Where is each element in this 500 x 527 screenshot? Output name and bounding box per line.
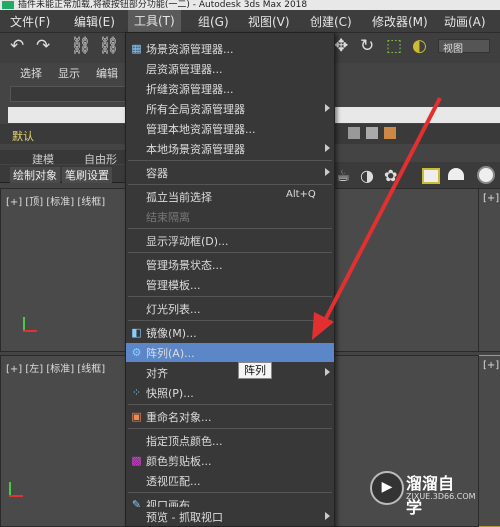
window-title-bar: 插件未能正常加载,将被按钮部分功能(一二) - Autodesk 3ds Max… (0, 0, 500, 10)
axis-y-icon (9, 495, 23, 497)
ribbon-bar (10, 86, 127, 102)
snapshot-icon: ⁘ (131, 386, 142, 399)
menu-item-label: 预览 - 抓取视口 (146, 511, 223, 524)
tab-brush-settings[interactable]: 笔刷设置 (62, 167, 112, 183)
menu-item-assign-vertex-colors[interactable]: 指定顶点颜色... (126, 431, 334, 450)
annotation-arrow-icon (312, 97, 442, 340)
edit-label[interactable]: 编辑 (96, 65, 118, 81)
menu-item-preview-grab-viewport[interactable]: 预览 - 抓取视口 (126, 507, 334, 525)
menu-item-label: 管理模板... (146, 279, 201, 292)
menu-item-align[interactable]: 对齐 (126, 363, 334, 382)
viewport-perspective-label: [+] (483, 360, 500, 371)
layer-default-row[interactable]: 默认 (0, 124, 125, 144)
menu-item-snapshot[interactable]: ⁘ 快照(P)... (126, 383, 334, 402)
menu-item-label: 阵列(A)... (146, 347, 195, 360)
axis-z-icon (9, 482, 11, 496)
submenu-arrow-icon (325, 512, 330, 520)
menu-item-label: 本地场景资源管理器 (146, 143, 245, 156)
unlink-icon[interactable]: ⛓ (98, 36, 120, 56)
menu-item-label: 结束隔离 (146, 211, 190, 224)
menu-item-label: 所有全局资源管理器 (146, 103, 245, 116)
menu-item-label: 管理本地资源管理器... (146, 123, 256, 136)
menu-item-label: 折缝资源管理器... (146, 83, 234, 96)
viewport-top[interactable]: [+] [顶] [标准] [线框] (0, 188, 127, 352)
menu-item-label: 显示浮动框(D)... (146, 235, 229, 248)
viewport-left-label: [+] [左] [标准] [线框] (6, 364, 106, 375)
menu-animation[interactable]: 动画(A) (444, 13, 486, 30)
menu-edit[interactable]: 编辑(E) (74, 13, 115, 30)
menu-separator (128, 404, 332, 405)
menu-item-rename-objects[interactable]: ▣ 重命名对象... (126, 407, 334, 426)
viewport-top-label: [+] [顶] [标准] [线框] (6, 197, 106, 208)
menu-item-label: 容器 (146, 167, 168, 180)
array-tooltip: 阵列 (238, 362, 272, 379)
play-icon: ▶ (370, 471, 404, 505)
mirror-icon: ◧ (131, 326, 142, 339)
select-label[interactable]: 选择 (20, 65, 42, 81)
menu-item-label: 快照(P)... (146, 387, 194, 400)
undo-icon[interactable]: ↶ (10, 36, 24, 56)
rename-icon: ▣ (131, 410, 142, 423)
ribbon-subtabs: 绘制对象 笔刷设置 (0, 165, 125, 183)
scale-icon[interactable]: ⬚ (386, 36, 402, 56)
viewport-front[interactable]: [+] (477, 188, 500, 352)
menu-item-label: 颜色剪贴板... (146, 455, 212, 468)
redo-icon[interactable]: ↷ (36, 36, 50, 56)
menu-item-layer-explorer[interactable]: 层资源管理器... (126, 59, 334, 78)
menu-separator (128, 492, 332, 493)
reference-coord-icon[interactable]: ◐ (412, 36, 427, 56)
menu-item-label: 对齐 (146, 367, 168, 380)
menu-tools[interactable]: 工具(T) (128, 10, 181, 32)
material-icon[interactable] (477, 166, 495, 184)
scene-explorer-field[interactable] (8, 107, 125, 123)
menu-item-label: 管理场景状态... (146, 259, 223, 272)
watermark-logo: ▶ 溜溜自学 ZIXUE.3D66.COM (368, 467, 476, 517)
menu-bar: 文件(F) 编辑(E) 工具(T) 组(G) 视图(V) 创建(C) 修改器(M… (0, 10, 500, 33)
axis-y-icon (23, 317, 25, 331)
menu-modifiers[interactable]: 修改器(M) (372, 13, 428, 30)
menu-item-label: 指定顶点颜色... (146, 435, 223, 448)
tab-paint-objects[interactable]: 绘制对象 (10, 167, 60, 183)
display-label[interactable]: 显示 (58, 65, 80, 81)
default-layer-label: 默认 (12, 130, 34, 143)
menu-item-label: 镜像(M)... (146, 327, 197, 340)
panel-row: 选择 显示 编辑 (0, 62, 125, 82)
app-icon (2, 1, 14, 9)
menu-item-label: 重命名对象... (146, 411, 212, 424)
menu-separator (128, 428, 332, 429)
menu-views[interactable]: 视图(V) (248, 13, 290, 30)
move-icon[interactable]: ✥ (334, 36, 348, 56)
menu-item-label: 场景资源管理器... (146, 43, 234, 56)
menu-item-label: 层资源管理器... (146, 63, 223, 76)
menu-item-label: 透视匹配... (146, 475, 201, 488)
watermark-url: ZIXUE.3D66.COM (406, 492, 476, 501)
axis-x-icon (23, 330, 37, 332)
menu-group[interactable]: 组(G) (198, 13, 229, 30)
color-clipboard-icon: ▩ (131, 454, 142, 467)
window-title: 插件未能正常加载,将被按钮部分功能(一二) - Autodesk 3ds Max… (18, 0, 308, 10)
menu-item-label: 孤立当前选择 (146, 191, 212, 204)
viewport-left[interactable]: [+] [左] [标准] [线框] (0, 355, 127, 527)
ribbon-tabs: 建模 自由形式 (0, 150, 125, 182)
grid-icon: ▦ (131, 42, 142, 55)
view-dropdown[interactable]: 视图 (438, 39, 490, 55)
viewport-front-label: [+] (483, 193, 500, 204)
menu-item-label: 灯光列表... (146, 303, 201, 316)
link-icon[interactable]: ⛓ (70, 36, 92, 56)
submenu-arrow-icon (325, 368, 330, 376)
menu-item-scene-explorer[interactable]: ▦ 场景资源管理器... (126, 39, 334, 58)
menu-item-perspective-match[interactable]: 透视匹配... (126, 471, 334, 490)
array-icon: ⚙ (131, 346, 142, 359)
rotate-icon[interactable]: ↻ (360, 36, 374, 56)
menu-item-color-clipboard[interactable]: ▩ 颜色剪贴板... (126, 451, 334, 470)
menu-file[interactable]: 文件(F) (10, 13, 50, 30)
viewport-perspective[interactable]: [+] (477, 355, 500, 527)
menu-create[interactable]: 创建(C) (310, 13, 352, 30)
